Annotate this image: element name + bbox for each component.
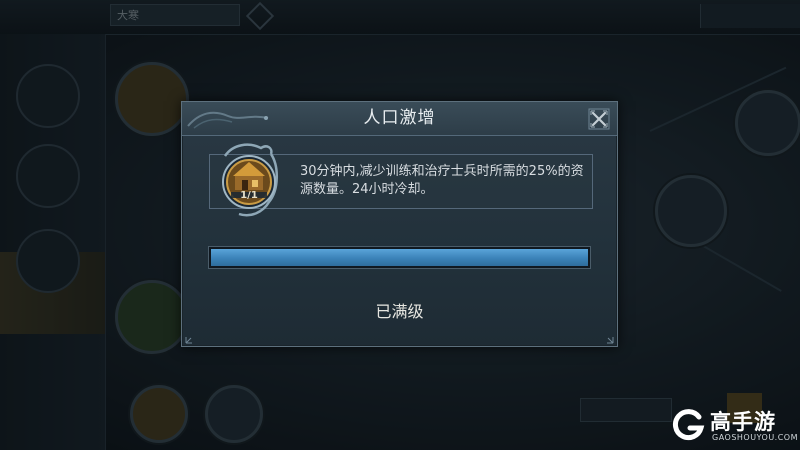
skill-level-label: 1/1 bbox=[240, 190, 258, 201]
skill-detail-dialog: 人口激增 1/1 30分钟内,减少训练和治疗士兵时所需的25%的资源数量。24小… bbox=[181, 101, 618, 347]
corner-ornament-icon bbox=[607, 337, 614, 344]
watermark-subtitle: GAOSHOUYOU.COM bbox=[712, 433, 799, 442]
corner-ornament-icon bbox=[185, 337, 192, 344]
close-icon[interactable] bbox=[588, 108, 610, 130]
dialog-title: 人口激增 bbox=[363, 108, 436, 128]
skill-description: 30分钟内,减少训练和治疗士兵时所需的25%的资源数量。24小时冷却。 bbox=[300, 164, 584, 197]
skill-progress-bar bbox=[209, 247, 590, 268]
skill-progress-fill bbox=[211, 249, 588, 266]
city-building-icon bbox=[222, 143, 278, 217]
dialog-header: 人口激增 bbox=[182, 102, 617, 136]
site-watermark: 高手游 GAOSHOUYOU.COM bbox=[672, 404, 799, 448]
g-logo-icon bbox=[672, 409, 705, 441]
max-level-status: 已满级 bbox=[375, 302, 424, 321]
watermark-title: 高手游 bbox=[710, 410, 776, 434]
